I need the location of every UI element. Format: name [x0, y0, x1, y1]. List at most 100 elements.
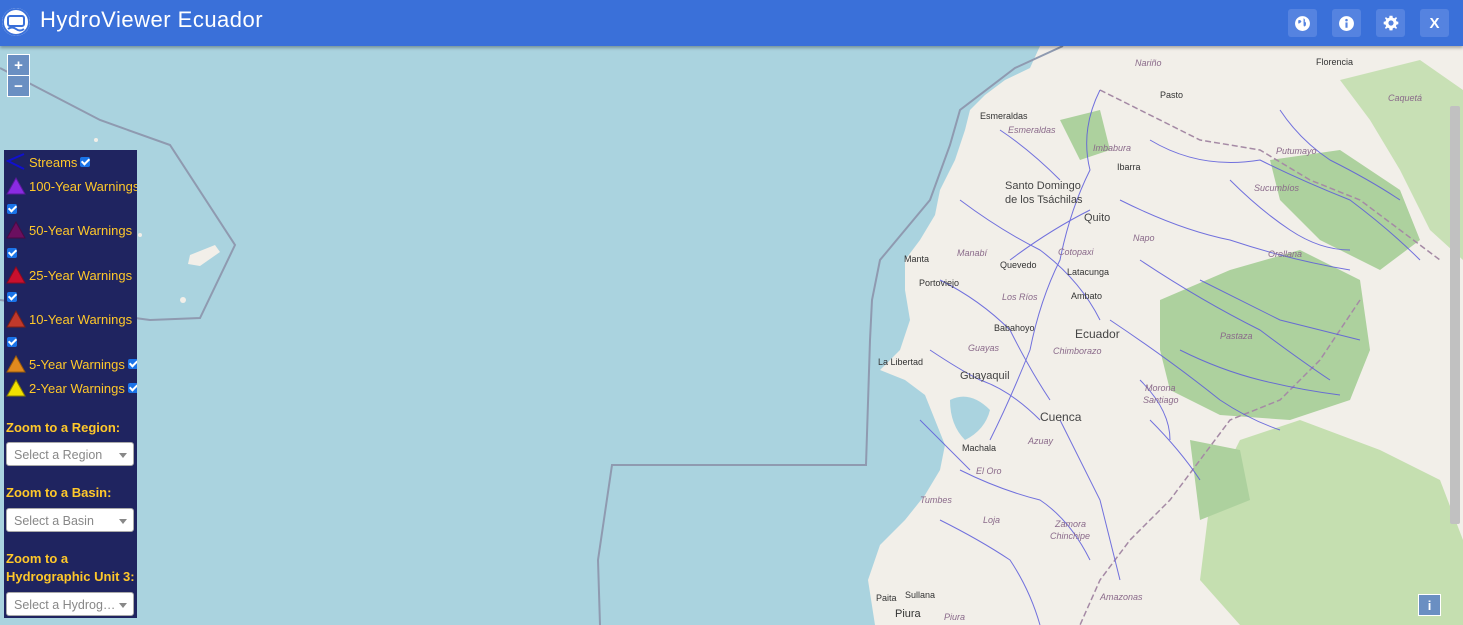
place-label: Chimborazo — [1053, 346, 1102, 356]
legend-10-year: 10-Year Warnings — [6, 310, 132, 328]
chevron-down-icon — [119, 603, 127, 608]
place-label: de los Tsáchilas — [1005, 194, 1083, 206]
place-label: Florencia — [1316, 57, 1354, 67]
place-label: Quito — [1084, 212, 1111, 224]
place-label: Guayas — [968, 343, 1000, 353]
zoom-in-button[interactable]: + — [7, 54, 30, 76]
place-label: Guayaquil — [960, 370, 1010, 382]
legend-panel: Streams 100-Year Warnings 50-Year Warnin… — [4, 150, 137, 618]
50-year-checkbox[interactable] — [7, 248, 17, 258]
gear-icon — [1383, 15, 1398, 31]
triangle-warning-icon — [6, 379, 26, 397]
place-label: El Oro — [976, 466, 1002, 476]
place-label: Paita — [876, 593, 897, 603]
place-label: Portoviejo — [919, 278, 960, 288]
hydro-unit-label: Zoom to a — [6, 551, 69, 566]
streams-checkbox[interactable] — [80, 157, 91, 167]
chevron-down-icon — [119, 519, 127, 524]
legend-2-year: 2-Year Warnings — [6, 379, 137, 397]
place-label: Amazonas — [1100, 592, 1143, 602]
place-label: Santiago — [1143, 395, 1179, 405]
2-year-checkbox[interactable] — [127, 383, 137, 393]
place-label: Sullana — [905, 590, 936, 600]
place-label: Pastaza — [1220, 331, 1253, 341]
place-label: Babahoyo — [994, 323, 1035, 333]
legend-label: 100-Year Warnings — [29, 178, 137, 194]
triangle-warning-icon — [6, 221, 26, 239]
globe-button[interactable] — [1288, 9, 1317, 37]
place-label: La Libertad — [878, 357, 924, 367]
legend-5-year: 5-Year Warnings — [6, 355, 137, 373]
place-label: Ambato — [1071, 291, 1103, 301]
hydro-unit-select[interactable]: Select a Hydrog… — [6, 592, 134, 616]
place-label: Cuenca — [1040, 410, 1082, 424]
zoom-out-button[interactable]: − — [7, 75, 30, 97]
place-label: Imbabura — [1093, 143, 1132, 153]
region-select-value: Select a Region — [14, 448, 103, 462]
legend-label: 50-Year Warnings — [29, 222, 133, 238]
basin-select[interactable]: Select a Basin — [6, 508, 134, 532]
place-label: Piura — [895, 608, 921, 620]
info-button[interactable] — [1332, 9, 1361, 37]
place-label: Machala — [962, 443, 997, 453]
100-year-checkbox[interactable] — [7, 204, 17, 214]
legend-streams: Streams — [6, 153, 91, 171]
place-label: Tumbes — [920, 495, 952, 505]
legend-100-year: 100-Year Warnings — [6, 177, 137, 195]
place-label: Quevedo — [1000, 260, 1037, 270]
5-year-checkbox[interactable] — [127, 359, 137, 369]
map-scrollbar[interactable] — [1450, 106, 1460, 524]
place-label: Zamora — [1055, 519, 1087, 529]
app-logo — [2, 8, 30, 36]
hydro-unit-label: Hydrographic Unit 3: — [6, 569, 135, 584]
place-label: Manabí — [957, 248, 988, 258]
triangle-warning-icon — [6, 266, 26, 284]
place-label: Putumayo — [1276, 146, 1317, 156]
attribution-button[interactable]: i — [1418, 594, 1441, 616]
close-button[interactable]: X — [1420, 9, 1449, 37]
legend-label: 25-Year Warnings — [29, 267, 133, 283]
streams-icon — [6, 153, 25, 170]
map-view[interactable]: Nariño Florencia Pasto Caquetá Esmeralda… — [0, 46, 1463, 625]
place-label: Napo — [1133, 233, 1155, 243]
place-label: Latacunga — [1067, 267, 1110, 277]
place-label: Piura — [944, 612, 966, 622]
place-label: Pasto — [1160, 90, 1184, 100]
triangle-warning-icon — [6, 355, 26, 373]
legend-label: 5-Year Warnings — [29, 356, 125, 372]
app-header: HydroViewer Ecuador X — [0, 0, 1463, 46]
place-label: Manta — [904, 254, 930, 264]
legend-label: Streams — [29, 154, 78, 170]
place-label: Orellana — [1268, 249, 1303, 259]
place-label: Santo Domingo — [1005, 180, 1081, 192]
place-label: Cotopaxi — [1058, 247, 1094, 257]
settings-button[interactable] — [1376, 9, 1405, 37]
25-year-checkbox[interactable] — [7, 292, 17, 302]
place-label: Azuay — [1028, 436, 1054, 446]
place-label: Chinchipe — [1050, 531, 1091, 541]
place-label: Morona — [1145, 383, 1176, 393]
triangle-warning-icon — [6, 310, 26, 328]
region-label: Zoom to a Region: — [6, 420, 121, 435]
legend-50-year: 50-Year Warnings — [6, 221, 132, 239]
place-label: Esmeraldas — [980, 111, 1028, 121]
basin-label: Zoom to a Basin: — [6, 485, 112, 500]
region-select[interactable]: Select a Region — [6, 442, 134, 466]
app-title: HydroViewer Ecuador — [40, 7, 264, 32]
place-label: Caquetá — [1388, 93, 1423, 103]
place-label: Nariño — [1135, 58, 1162, 68]
globe-icon — [1295, 15, 1310, 31]
place-label: Sucumbíos — [1254, 183, 1300, 193]
hydro-unit-select-value: Select a Hydrog… — [14, 598, 116, 612]
legend-label: 10-Year Warnings — [29, 311, 133, 327]
place-label: Ecuador — [1075, 327, 1120, 341]
info-icon — [1339, 15, 1354, 31]
triangle-warning-icon — [6, 177, 26, 195]
place-label: Ibarra — [1117, 162, 1141, 172]
place-label: Los Ríos — [1002, 292, 1038, 302]
place-label: Loja — [983, 515, 1001, 525]
10-year-checkbox[interactable] — [7, 337, 17, 347]
legend-label: 2-Year Warnings — [29, 380, 125, 396]
basin-select-value: Select a Basin — [14, 514, 94, 528]
legend-25-year: 25-Year Warnings — [6, 266, 132, 284]
